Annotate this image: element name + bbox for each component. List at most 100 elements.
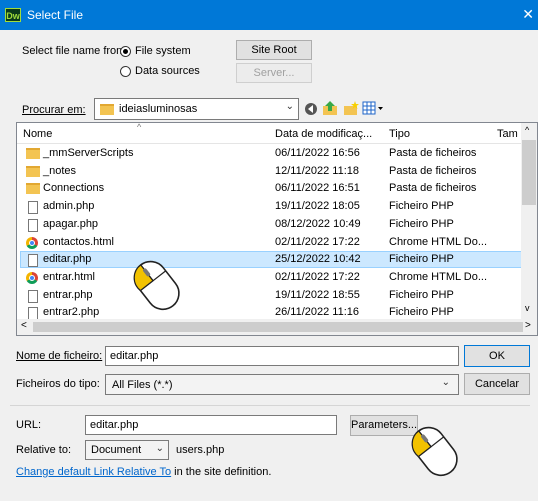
table-row[interactable]: Connections 06/11/2022 16:51 Pasta de fich… <box>17 180 522 198</box>
lookin-label: Procurar em: <box>22 104 86 116</box>
table-row[interactable]: contactos.html 02/11/2022 17:22 Chrome HTM… <box>17 234 522 252</box>
url-input[interactable]: editar.php <box>85 415 337 435</box>
file-icon <box>28 201 38 215</box>
table-row[interactable]: _notes 12/11/2022 11:18 Pasta de ficheiros <box>17 163 522 181</box>
close-icon[interactable]: ✕ <box>522 6 534 23</box>
url-label: URL: <box>16 419 42 431</box>
file-date: 12/11/2022 11:18 <box>275 164 360 177</box>
filename-label-text: Nome de ficheiro: <box>16 350 103 362</box>
table-row[interactable]: entrar.html 02/11/2022 17:22 Chrome HTML D… <box>17 269 522 287</box>
column-type[interactable]: Tipo <box>389 128 410 140</box>
vertical-scrollbar[interactable]: ^ v <box>521 123 537 319</box>
window-title: Select File <box>27 8 84 22</box>
file-icon <box>28 218 38 232</box>
scroll-left-icon[interactable]: < <box>21 320 27 331</box>
vertical-scroll-thumb[interactable] <box>522 140 536 205</box>
scroll-right-icon[interactable]: > <box>525 320 531 331</box>
file-name: entrar2.php <box>43 306 100 319</box>
file-name: Connections <box>43 182 105 195</box>
file-type: Ficheiro PHP <box>389 217 454 230</box>
file-date: 02/11/2022 17:22 <box>275 270 360 283</box>
chevron-down-icon: ⌄ <box>155 443 164 454</box>
file-type: Pasta de ficheiros <box>389 182 477 195</box>
file-date: 06/11/2022 16:56 <box>275 147 360 159</box>
title-bar: Dw Select File ✕ <box>0 0 538 30</box>
file-type: Chrome HTML Do... <box>389 235 488 248</box>
folder-icon <box>26 148 40 159</box>
file-date: 26/11/2022 11:16 <box>275 306 360 319</box>
change-relative-link[interactable]: Change default Link Relative To <box>16 466 171 478</box>
table-row[interactable]: apagar.php 08/12/2022 10:49 Ficheiro PHP <box>17 216 522 234</box>
folder-icon <box>26 183 40 195</box>
filetype-dropdown[interactable]: All Files (*.*) ⌄ <box>105 374 459 395</box>
ok-button[interactable]: OK <box>464 345 530 367</box>
table-row[interactable]: entrar.php 19/11/2022 18:55 Ficheiro PHP <box>17 287 522 305</box>
file-name: contactos.html <box>43 235 114 248</box>
back-icon[interactable] <box>304 102 318 116</box>
server-button[interactable]: Server... <box>236 63 312 83</box>
file-name: apagar.php <box>43 217 99 230</box>
file-name: entrar.html <box>43 270 95 283</box>
scroll-up-icon[interactable]: ^ <box>525 125 529 135</box>
file-date: 25/12/2022 10:42 <box>275 253 361 266</box>
file-date: 19/11/2022 18:55 <box>275 288 360 301</box>
new-folder-icon[interactable] <box>343 100 359 116</box>
file-icon <box>28 289 38 303</box>
horizontal-scroll-thumb[interactable] <box>33 322 523 332</box>
folder-icon <box>100 104 114 115</box>
column-name[interactable]: Nome <box>23 128 52 140</box>
filename-input[interactable]: editar.php <box>105 346 459 366</box>
scroll-down-icon[interactable]: v <box>525 303 530 313</box>
source-label: Select file name from: <box>22 45 129 57</box>
relative-label: Relative to: <box>16 444 72 456</box>
sort-arrow-icon: ^ <box>137 122 142 132</box>
relative-dropdown[interactable]: Document ⌄ <box>85 440 169 460</box>
file-type: Ficheiro PHP <box>389 306 454 319</box>
file-name: _notes <box>43 164 77 177</box>
chrome-icon <box>26 271 38 284</box>
site-root-button[interactable]: Site Root <box>236 40 312 60</box>
file-type: Ficheiro PHP <box>389 253 454 266</box>
table-row[interactable]: editar.php 25/12/2022 10:42 Ficheiro PHP <box>17 251 522 269</box>
file-name: editar.php <box>43 253 92 266</box>
cancel-button[interactable]: Cancelar <box>464 373 530 395</box>
file-type: Ficheiro PHP <box>389 288 454 301</box>
footer-text: Change default Link Relative To in the s… <box>16 466 271 478</box>
file-type: Pasta de ficheiros <box>389 147 477 159</box>
table-row[interactable]: admin.php 19/11/2022 18:05 Ficheiro PHP <box>17 198 522 216</box>
file-list[interactable]: Nome ^ Data de modificaç... Tipo Tam _mm… <box>16 122 538 336</box>
column-date[interactable]: Data de modificaç... <box>275 128 372 140</box>
dreamweaver-logo-icon: Dw <box>5 8 21 22</box>
horizontal-scrollbar[interactable]: < > <box>17 319 537 335</box>
file-date: 06/11/2022 16:51 <box>275 182 360 195</box>
relative-file: users.php <box>176 444 225 456</box>
lookin-dropdown[interactable]: ideiasluminosas ⌄ <box>94 98 299 120</box>
filename-label: Nome de ficheiro: <box>16 350 102 362</box>
chrome-icon <box>26 236 38 249</box>
chevron-down-icon: ⌄ <box>441 377 450 388</box>
radio-file-system[interactable] <box>120 46 131 57</box>
file-icon <box>28 254 38 268</box>
divider <box>10 405 530 406</box>
chevron-down-icon: ⌄ <box>285 101 294 112</box>
table-row[interactable]: _mmServerScripts 06/11/2022 16:56 Pasta de… <box>17 145 522 163</box>
view-menu-icon[interactable] <box>362 101 384 115</box>
radio-data-sources[interactable] <box>120 66 131 77</box>
file-name: _mmServerScripts <box>43 147 134 159</box>
filetype-label: Ficheiros do tipo: <box>16 378 100 390</box>
mouse-illustration-icon <box>133 260 180 311</box>
file-name: admin.php <box>43 200 95 213</box>
file-type: Pasta de ficheiros <box>389 164 477 177</box>
file-type: Chrome HTML Do... <box>389 270 488 283</box>
radio-file-system-label: File system <box>135 45 191 57</box>
mouse-illustration-icon <box>411 426 458 477</box>
file-name: entrar.php <box>43 288 93 301</box>
column-size[interactable]: Tam <box>497 128 518 140</box>
folder-icon <box>26 165 40 177</box>
file-type: Ficheiro PHP <box>389 200 454 213</box>
file-date: 19/11/2022 18:05 <box>275 200 360 213</box>
file-date: 08/12/2022 10:49 <box>275 217 361 230</box>
up-folder-icon[interactable] <box>322 100 338 116</box>
file-list-header: Nome ^ Data de modificaç... Tipo Tam <box>17 123 537 144</box>
footer-suffix: in the site definition. <box>171 466 272 478</box>
